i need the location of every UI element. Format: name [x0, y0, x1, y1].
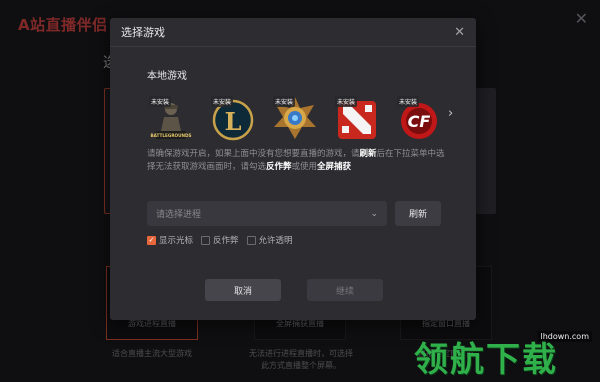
not-installed-badge: 未安装 — [211, 96, 234, 107]
checkbox-label: 反作弊 — [213, 236, 239, 246]
game-hearthstone[interactable]: 未安装 — [270, 93, 320, 143]
game-crossfire[interactable]: 未安装 CF — [394, 93, 444, 143]
not-installed-badge: 未安装 — [273, 96, 296, 107]
hint-highlight-refresh: 刷新 — [359, 149, 377, 159]
show-cursor-checkbox[interactable]: ✓ 显示光标 — [147, 234, 193, 246]
game-list: 未安装 BATTLEGROUNDS 未安装 L 未安装 未安装 未安装 CF — [146, 93, 444, 143]
dialog-title: 选择游戏 — [121, 26, 165, 39]
hint-highlight-anticheat: 反作弊 — [266, 162, 292, 172]
close-icon[interactable]: ✕ — [454, 25, 465, 40]
hint-text: 请确保游戏开启，如果上面中没有您想要直播的游戏，请刷新后在下拉菜单中选择无法获取… — [147, 148, 452, 174]
checkbox-empty-icon — [201, 235, 211, 245]
not-installed-badge: 未安装 — [335, 96, 358, 107]
game-dota2[interactable]: 未安装 — [332, 93, 382, 143]
process-select-placeholder: 请选择进程 — [156, 210, 202, 220]
checkbox-empty-icon — [246, 235, 256, 245]
cancel-button[interactable]: 取消 — [205, 279, 281, 301]
not-installed-badge: 未安装 — [149, 96, 172, 107]
select-game-dialog: 选择游戏 ✕ 本地游戏 未安装 BATTLEGROUNDS 未安装 L 未安装 … — [110, 18, 476, 320]
watermark-logo: 领航下载 — [414, 340, 558, 380]
hint-part: 请确保游戏开启，如果上面中没有您想要直播的游戏，请 — [147, 149, 360, 159]
not-installed-badge: 未安装 — [397, 96, 420, 107]
checkbox-label: 显示光标 — [159, 236, 194, 246]
game-league-of-legends[interactable]: 未安装 L — [208, 93, 258, 143]
hint-highlight-fullscreen: 全屏捕获 — [317, 162, 352, 172]
crossfire-icon-text: CF — [408, 112, 431, 131]
dialog-header: 选择游戏 ✕ — [110, 18, 476, 47]
allow-transparency-checkbox[interactable]: 允许透明 — [246, 234, 293, 246]
anti-cheat-checkbox[interactable]: 反作弊 — [201, 234, 239, 246]
chevron-right-icon[interactable]: › — [448, 106, 453, 121]
hint-part: 或使用 — [291, 162, 318, 172]
checkbox-label: 允许透明 — [258, 236, 293, 246]
local-games-title: 本地游戏 — [147, 71, 187, 82]
capture-options: ✓ 显示光标 反作弊 允许透明 — [147, 234, 293, 246]
lol-icon-text: L — [225, 107, 242, 136]
checkbox-checked-icon: ✓ — [147, 235, 156, 245]
pubg-icon-text: BATTLEGROUNDS — [150, 133, 191, 138]
process-select[interactable]: 请选择进程 ⌄ — [147, 201, 387, 226]
refresh-button[interactable]: 刷新 — [395, 201, 441, 226]
chevron-down-icon: ⌄ — [370, 208, 378, 219]
game-pubg[interactable]: 未安装 BATTLEGROUNDS — [146, 93, 196, 143]
continue-button[interactable]: 继续 — [307, 279, 383, 301]
